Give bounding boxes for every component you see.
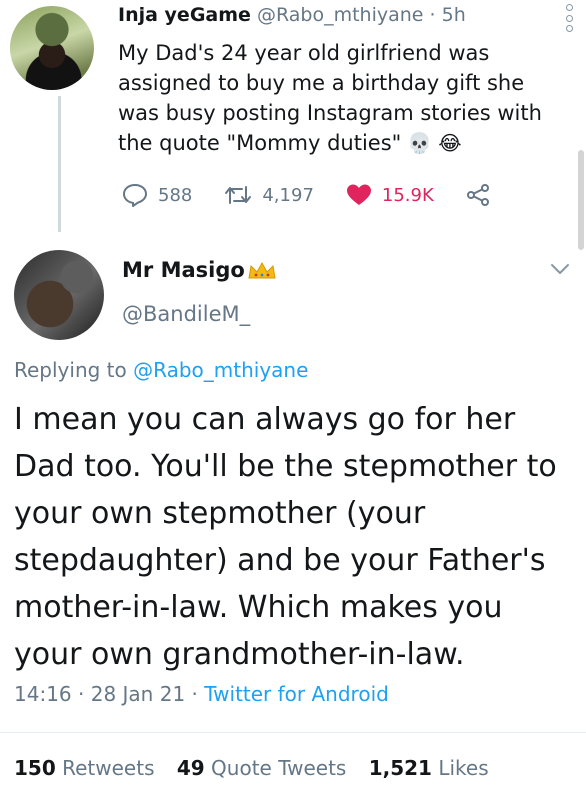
quotes-stat[interactable]: 49 Quote Tweets [177, 756, 347, 780]
likes-label: Likes [438, 756, 489, 780]
tweet-text: My Dad's 24 year old girlfriend was assi… [118, 38, 568, 158]
retweets-count: 150 [14, 756, 56, 780]
share-button[interactable] [466, 183, 500, 207]
meta-separator: · [78, 682, 85, 706]
divider [0, 732, 586, 733]
reply-button[interactable]: 588 [122, 183, 192, 207]
retweets-stat[interactable]: 150 Retweets [14, 756, 154, 780]
retweets-label: Retweets [62, 756, 155, 780]
scrollbar[interactable] [578, 150, 584, 250]
reply-author-handle[interactable]: @BandileM_ [122, 302, 250, 326]
replying-prefix: Replying to [14, 358, 127, 382]
chevron-down-icon[interactable] [550, 262, 570, 276]
original-tweet[interactable]: Inja yeGame @Rabo_mthiyane · 5h My Dad's… [0, 0, 586, 232]
reply-date[interactable]: 28 Jan 21 [91, 682, 185, 706]
retweet-button[interactable]: 4,197 [224, 183, 314, 207]
share-icon [466, 184, 489, 206]
crown-icon [248, 261, 276, 279]
reply-meta: 14:16 · 28 Jan 21 · Twitter for Android [14, 682, 389, 706]
retweet-icon [225, 186, 252, 204]
reply-source[interactable]: Twitter for Android [204, 682, 389, 706]
reply-stats: 150 Retweets 49 Quote Tweets 1,521 Likes [14, 756, 505, 780]
reply-count: 588 [158, 184, 193, 206]
replying-mention[interactable]: @Rabo_mthiyane [133, 358, 308, 382]
separator: · [429, 4, 436, 26]
heart-icon [346, 184, 371, 205]
reply-text: I mean you can always go for her Dad too… [14, 402, 557, 672]
author-handle[interactable]: @Rabo_mthiyane [257, 4, 424, 26]
like-button[interactable]: 15.9K [346, 183, 434, 207]
retweet-count: 4,197 [262, 184, 314, 206]
reply-icon [123, 184, 147, 207]
tweet-header: Inja yeGame @Rabo_mthiyane · 5h [118, 4, 466, 26]
like-count: 15.9K [381, 184, 434, 206]
reply-author-name[interactable]: Mr Masigo [122, 258, 277, 282]
likes-stat[interactable]: 1,521 Likes [369, 756, 489, 780]
reply-time[interactable]: 14:16 [14, 682, 72, 706]
laughing-emoji: 😂 [438, 131, 462, 155]
tweet-actions: 588 4,197 15.9K [122, 180, 532, 210]
tweet-time[interactable]: 5h [442, 4, 466, 26]
avatar[interactable] [10, 6, 94, 90]
quotes-label: Quote Tweets [211, 756, 347, 780]
replying-to: Replying to @Rabo_mthiyane [14, 358, 308, 382]
tweet-body: My Dad's 24 year old girlfriend was assi… [118, 41, 542, 155]
thread-line [58, 96, 61, 232]
meta-separator: · [191, 682, 198, 706]
likes-count: 1,521 [368, 756, 432, 780]
author-name[interactable]: Inja yeGame [118, 4, 251, 26]
more-icon[interactable] [562, 4, 576, 32]
skull-emoji: 💀 [407, 131, 433, 155]
reply-author-name-text: Mr Masigo [122, 258, 245, 282]
reply-avatar[interactable] [14, 250, 104, 340]
quotes-count: 49 [176, 756, 205, 780]
